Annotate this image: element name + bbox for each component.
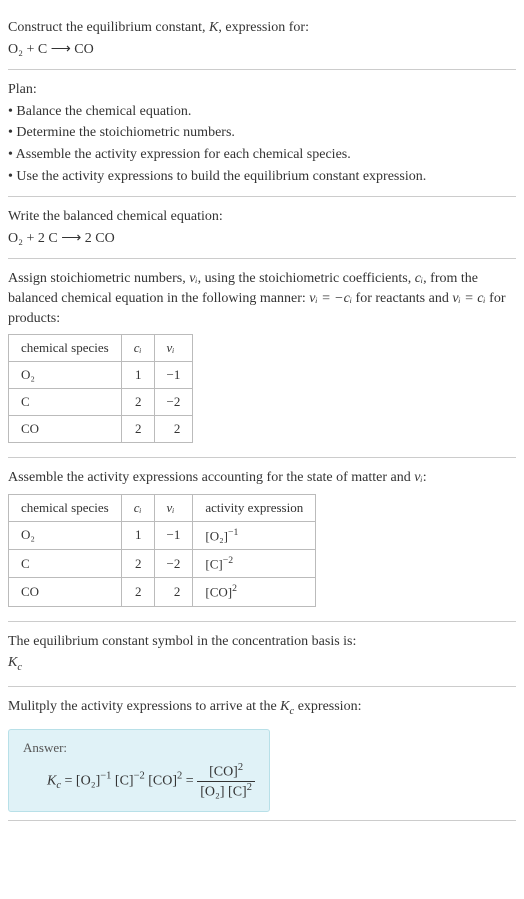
table-header-row: chemical species cᵢ νᵢ — [9, 335, 193, 362]
table-row: CO 2 2 — [9, 416, 193, 443]
symbol-section: The equilibrium constant symbol in the c… — [8, 622, 516, 687]
answer-label: Answer: — [23, 740, 255, 756]
header-nu: νᵢ — [154, 494, 193, 521]
plan-bullet-3: • Assemble the activity expression for e… — [8, 145, 516, 165]
intro-line: Construct the equilibrium constant, K, e… — [8, 18, 516, 38]
answer-equation: Kc = [O₂]−1 [C]−2 [CO]2 = [CO]2[O₂] [C]2 — [47, 762, 255, 800]
table-row: C 2 −2 — [9, 389, 193, 416]
plan-bullet-2: • Determine the stoichiometric numbers. — [8, 123, 516, 143]
balanced-title: Write the balanced chemical equation: — [8, 207, 516, 227]
intro-k: K — [209, 20, 218, 35]
activity-table: chemical species cᵢ νᵢ activity expressi… — [8, 494, 316, 607]
header-species: chemical species — [9, 335, 122, 362]
activity-section: Assemble the activity expressions accoun… — [8, 458, 516, 622]
header-ci: cᵢ — [121, 494, 154, 521]
multiply-section: Mulitply the activity expressions to arr… — [8, 687, 516, 821]
kc-symbol: Kc — [8, 653, 516, 675]
intro-section: Construct the equilibrium constant, K, e… — [8, 8, 516, 70]
header-nu: νᵢ — [154, 335, 193, 362]
plan-title: Plan: — [8, 80, 516, 100]
table-header-row: chemical species cᵢ νᵢ activity expressi… — [9, 494, 316, 521]
table-row: C 2 −2 [C]−2 — [9, 550, 316, 578]
multiply-line: Mulitply the activity expressions to arr… — [8, 697, 516, 719]
activity-title: Assemble the activity expressions accoun… — [8, 468, 516, 488]
answer-box: Answer: Kc = [O₂]−1 [C]−2 [CO]2 = [CO]2[… — [8, 729, 270, 811]
intro-text-b: , expression for: — [218, 20, 309, 35]
plan-section: Plan: • Balance the chemical equation. •… — [8, 70, 516, 197]
header-expr: activity expression — [193, 494, 316, 521]
fraction: [CO]2[O₂] [C]2 — [197, 762, 255, 800]
stoich-table: chemical species cᵢ νᵢ O₂ 1 −1 C 2 −2 CO… — [8, 334, 193, 443]
plan-bullet-1: • Balance the chemical equation. — [8, 102, 516, 122]
table-row: O₂ 1 −1 [O₂]−1 — [9, 521, 316, 549]
symbol-line: The equilibrium constant symbol in the c… — [8, 632, 516, 652]
plan-bullet-4: • Use the activity expressions to build … — [8, 167, 516, 187]
table-row: O₂ 1 −1 — [9, 362, 193, 389]
stoich-section: Assign stoichiometric numbers, νᵢ, using… — [8, 259, 516, 458]
stoich-text: Assign stoichiometric numbers, νᵢ, using… — [8, 269, 516, 328]
unbalanced-equation: O₂ + C ⟶ CO — [8, 40, 516, 60]
intro-text: Construct the equilibrium constant, — [8, 20, 209, 35]
balanced-section: Write the balanced chemical equation: O₂… — [8, 197, 516, 259]
table-row: CO 2 2 [CO]2 — [9, 578, 316, 606]
balanced-equation: O₂ + 2 C ⟶ 2 CO — [8, 229, 516, 249]
header-species: chemical species — [9, 494, 122, 521]
header-ci: cᵢ — [121, 335, 154, 362]
